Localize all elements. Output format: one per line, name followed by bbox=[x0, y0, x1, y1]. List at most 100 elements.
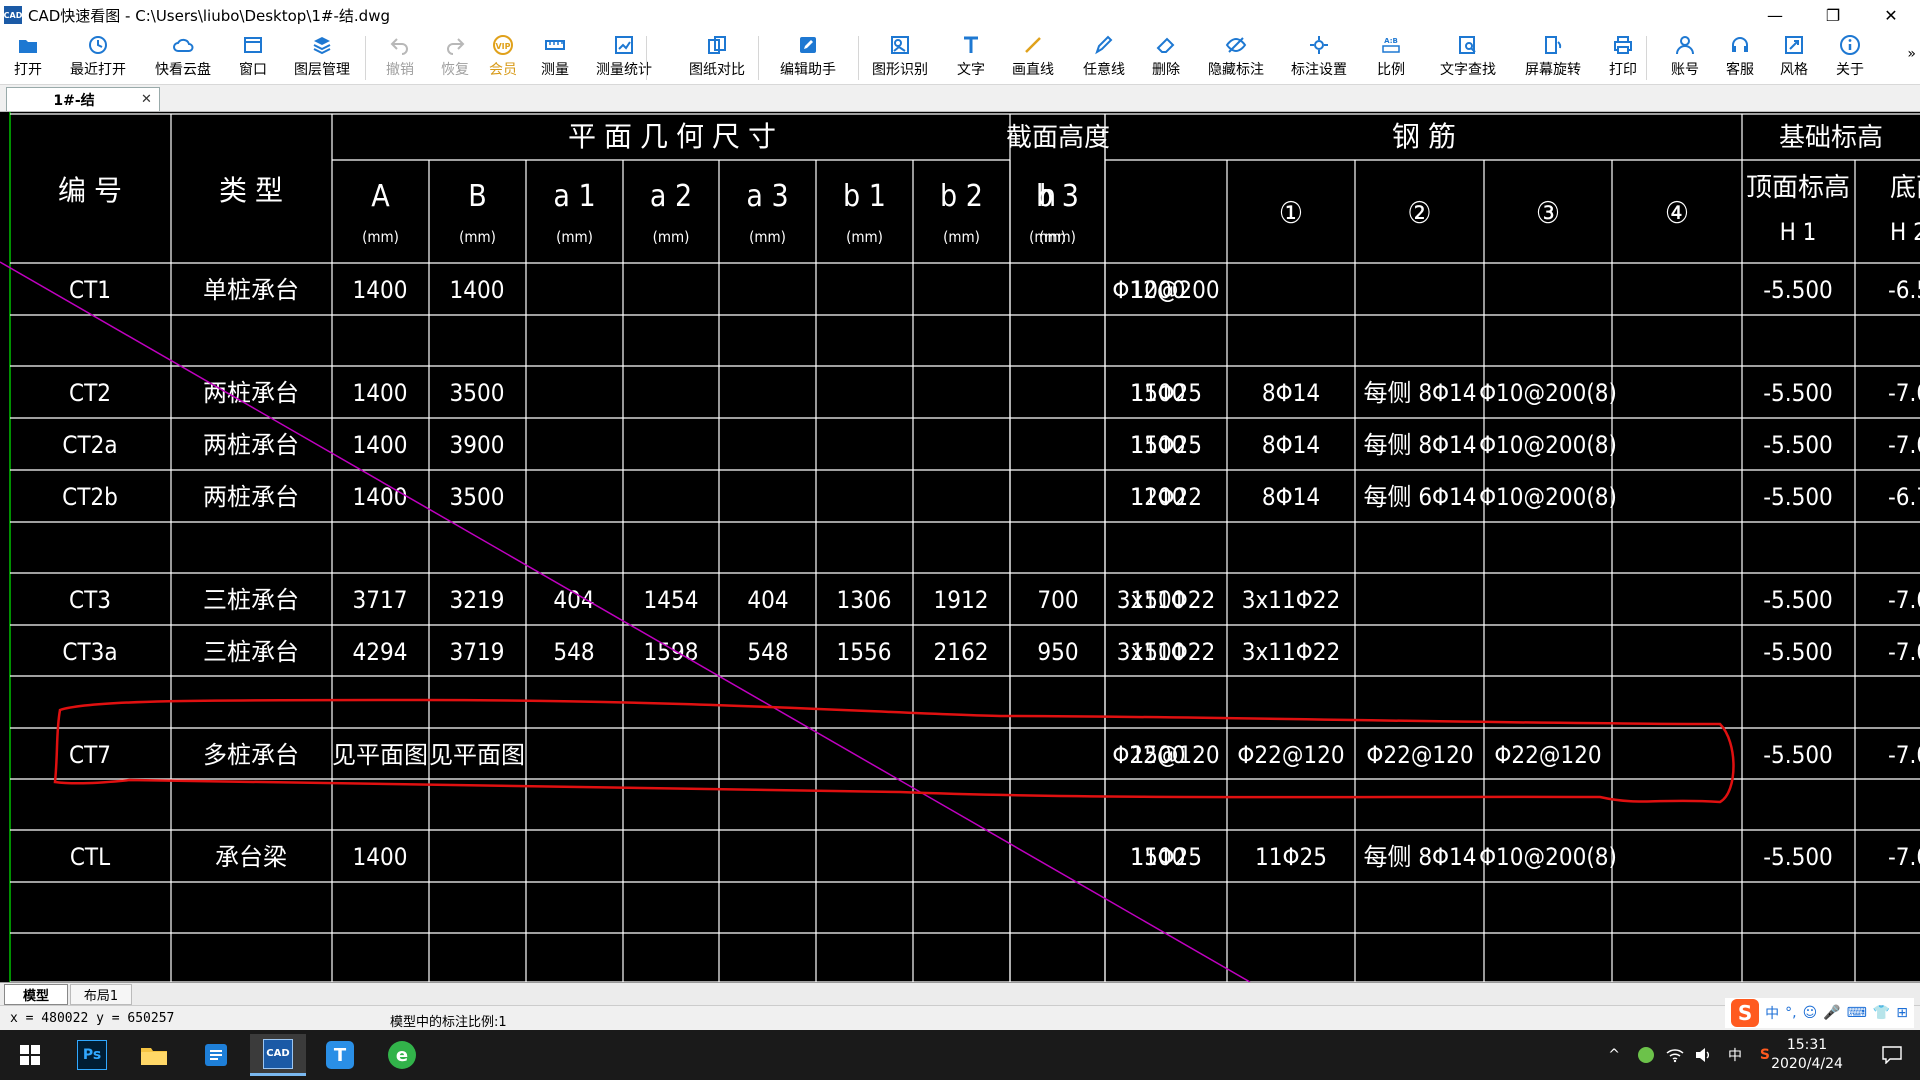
toolbar-style-button[interactable]: 风格 bbox=[1764, 34, 1824, 82]
printer-icon bbox=[1614, 36, 1632, 54]
toolbar-scale-button[interactable]: A:B 比例 bbox=[1361, 34, 1421, 82]
cell-r3-c1: 两桩承台 bbox=[203, 483, 299, 511]
toolbar-headset-button[interactable]: 客服 bbox=[1710, 34, 1770, 82]
document-tab[interactable]: 1#-结 ✕ bbox=[6, 87, 160, 111]
model-tab[interactable]: 模型 bbox=[4, 984, 68, 1005]
wifi-icon[interactable] bbox=[1666, 1030, 1684, 1080]
eraser-icon bbox=[1156, 37, 1175, 53]
notes-app-icon[interactable] bbox=[188, 1034, 244, 1076]
toolbar-line-button[interactable]: 画直线 bbox=[1003, 34, 1063, 82]
ime-keyboard-icon[interactable]: ⌨ bbox=[1847, 1005, 1867, 1021]
toolbar-ruler-button[interactable]: 测量 bbox=[525, 34, 585, 82]
toolbar-label: 编辑助手 bbox=[780, 62, 836, 78]
toolbar-cloud-button[interactable]: 快看云盘 bbox=[153, 34, 213, 82]
toolbar-layers-button[interactable]: 图层管理 bbox=[292, 34, 352, 82]
restore-button[interactable]: ❐ bbox=[1804, 0, 1862, 30]
toolbar-info-button[interactable]: 关于 bbox=[1820, 34, 1880, 82]
close-button[interactable]: ✕ bbox=[1862, 0, 1920, 30]
cell-r0-c16: -6.5 bbox=[1888, 276, 1920, 304]
toolbar-hide-eye-button[interactable]: 隐藏标注 bbox=[1206, 34, 1266, 82]
toolbar-text-button[interactable]: 文字 bbox=[941, 34, 1001, 82]
cell-r6-c11: Φ22@120 bbox=[1112, 741, 1219, 769]
toolbar-undo-button[interactable]: 撤销 bbox=[370, 34, 430, 82]
toolbar-vip-button[interactable]: VIP 会员 bbox=[473, 34, 533, 82]
cell-r3-c11: 11Φ22 bbox=[1130, 483, 1202, 511]
toolbar-more-button[interactable]: » bbox=[1907, 46, 1916, 62]
cell-r4-c8: 1912 bbox=[934, 586, 989, 614]
cell-r2-c16: -7.0 bbox=[1888, 431, 1920, 459]
toolbar-rotate-screen-button[interactable]: 屏幕旋转 bbox=[1523, 34, 1583, 82]
toolbar-folder-open-button[interactable]: 打开 bbox=[0, 34, 58, 82]
cell-r3-c13: 每侧 6Φ14 bbox=[1363, 483, 1476, 511]
cell-r6-c0: CT7 bbox=[69, 741, 111, 769]
toolbar-window-button[interactable]: 窗口 bbox=[223, 34, 283, 82]
toolbar-label: 画直线 bbox=[1012, 62, 1054, 78]
browser-icon[interactable]: e bbox=[374, 1034, 430, 1076]
layout1-tab[interactable]: 布局1 bbox=[70, 984, 132, 1005]
header-dim-6: b 2 bbox=[940, 179, 983, 214]
header-rebar-3: ④ bbox=[1665, 196, 1689, 231]
cell-r4-c6: 404 bbox=[747, 586, 788, 614]
tray-expand-icon[interactable]: ^ bbox=[1608, 1030, 1620, 1080]
text-icon bbox=[964, 36, 978, 53]
photoshop-icon[interactable]: Ps bbox=[64, 1034, 120, 1076]
ime-emoji-icon[interactable]: ☺ bbox=[1803, 1005, 1818, 1021]
sogou-ime-icon[interactable]: S bbox=[1731, 999, 1760, 1027]
drawing-canvas[interactable]: 编 号 类 型 平 面 几 何 尺 寸 截面高度 钢 筋 基础标高 A (mm) B (mm) a … bbox=[0, 112, 1920, 982]
toolbar-recent-button[interactable]: 最近打开 bbox=[68, 34, 128, 82]
toolbar-compare-button[interactable]: 图纸对比 bbox=[687, 34, 747, 82]
header-top-elev: 顶面标高 bbox=[1746, 173, 1850, 203]
toolbar-label: 隐藏标注 bbox=[1208, 62, 1264, 78]
cell-r7-c1: 承台梁 bbox=[215, 843, 287, 871]
text-app-icon[interactable]: T bbox=[312, 1034, 368, 1076]
tray-green-app-icon[interactable] bbox=[1638, 1030, 1654, 1080]
ime-chinese-mode[interactable]: 中 bbox=[1765, 1003, 1779, 1023]
ime-toolbox-icon[interactable]: ⊞ bbox=[1896, 1005, 1908, 1021]
red-highlight-annotation bbox=[53, 698, 1735, 804]
cad-viewer-icon[interactable]: CAD bbox=[250, 1034, 306, 1076]
toolbar-shape-recognize-button[interactable]: 图形识别 bbox=[870, 34, 930, 82]
header-unit-2: (mm) bbox=[556, 228, 593, 246]
system-clock[interactable]: 15:31 2020/4/24 bbox=[1762, 1036, 1852, 1074]
toolbar-label: 标注设置 bbox=[1291, 62, 1347, 78]
cell-r6-c2: 见平面图 bbox=[332, 741, 428, 769]
toolbar-printer-button[interactable]: 打印 bbox=[1593, 34, 1653, 82]
toolbar-measure-stats-button[interactable]: 测量统计 bbox=[594, 34, 654, 82]
header-unit-h: (mm) bbox=[1029, 228, 1066, 246]
diagonal-construction-line bbox=[0, 261, 1251, 982]
close-tab-icon[interactable]: ✕ bbox=[141, 92, 159, 107]
ime-voice-icon[interactable]: 🎤 bbox=[1823, 1005, 1840, 1021]
cell-r6-c15: -5.500 bbox=[1763, 741, 1833, 769]
toolbar-label: 恢复 bbox=[441, 62, 469, 78]
toolbar-pencil-button[interactable]: 任意线 bbox=[1074, 34, 1134, 82]
notification-center-icon[interactable] bbox=[1882, 1030, 1902, 1080]
volume-icon[interactable] bbox=[1694, 1030, 1712, 1080]
input-language-indicator[interactable]: 中 bbox=[1728, 1030, 1742, 1080]
cell-r7-c2: 1400 bbox=[353, 843, 408, 871]
cell-r1-c15: -5.500 bbox=[1763, 379, 1833, 407]
cell-r1-c14: Φ10@200(8) bbox=[1479, 379, 1617, 407]
toolbar-edit-assistant-button[interactable]: 编辑助手 bbox=[778, 34, 838, 82]
minimize-button[interactable]: — bbox=[1746, 0, 1804, 30]
toolbar-text-search-button[interactable]: 文字查找 bbox=[1438, 34, 1498, 82]
file-explorer-icon[interactable] bbox=[126, 1034, 182, 1076]
ime-punctuation[interactable]: °, bbox=[1785, 1005, 1796, 1021]
header-rebar-2: ③ bbox=[1536, 196, 1560, 231]
clock-time: 15:31 bbox=[1786, 1037, 1828, 1053]
toolbar-label: 最近打开 bbox=[70, 62, 126, 78]
layout-tab-bar: 模型 布局1 bbox=[0, 982, 1920, 1005]
cell-r5-c4: 548 bbox=[553, 638, 594, 666]
cell-r7-c14: Φ10@200(8) bbox=[1479, 843, 1617, 871]
ime-skin-icon[interactable]: 👕 bbox=[1873, 1005, 1890, 1021]
windows-start-icon[interactable] bbox=[2, 1034, 58, 1076]
edit-assistant-icon bbox=[800, 37, 816, 53]
toolbar-eraser-button[interactable]: 删除 bbox=[1136, 34, 1196, 82]
toolbar-user-button[interactable]: 账号 bbox=[1655, 34, 1715, 82]
cell-r2-c2: 1400 bbox=[353, 431, 408, 459]
rotate-screen-icon bbox=[1545, 36, 1562, 54]
header-unit-4: (mm) bbox=[749, 228, 786, 246]
toolbar-annotation-settings-button[interactable]: 标注设置 bbox=[1289, 34, 1349, 82]
shape-recognize-icon bbox=[891, 36, 909, 54]
header-unit-1: (mm) bbox=[459, 228, 496, 246]
header-unit-6: (mm) bbox=[943, 228, 980, 246]
